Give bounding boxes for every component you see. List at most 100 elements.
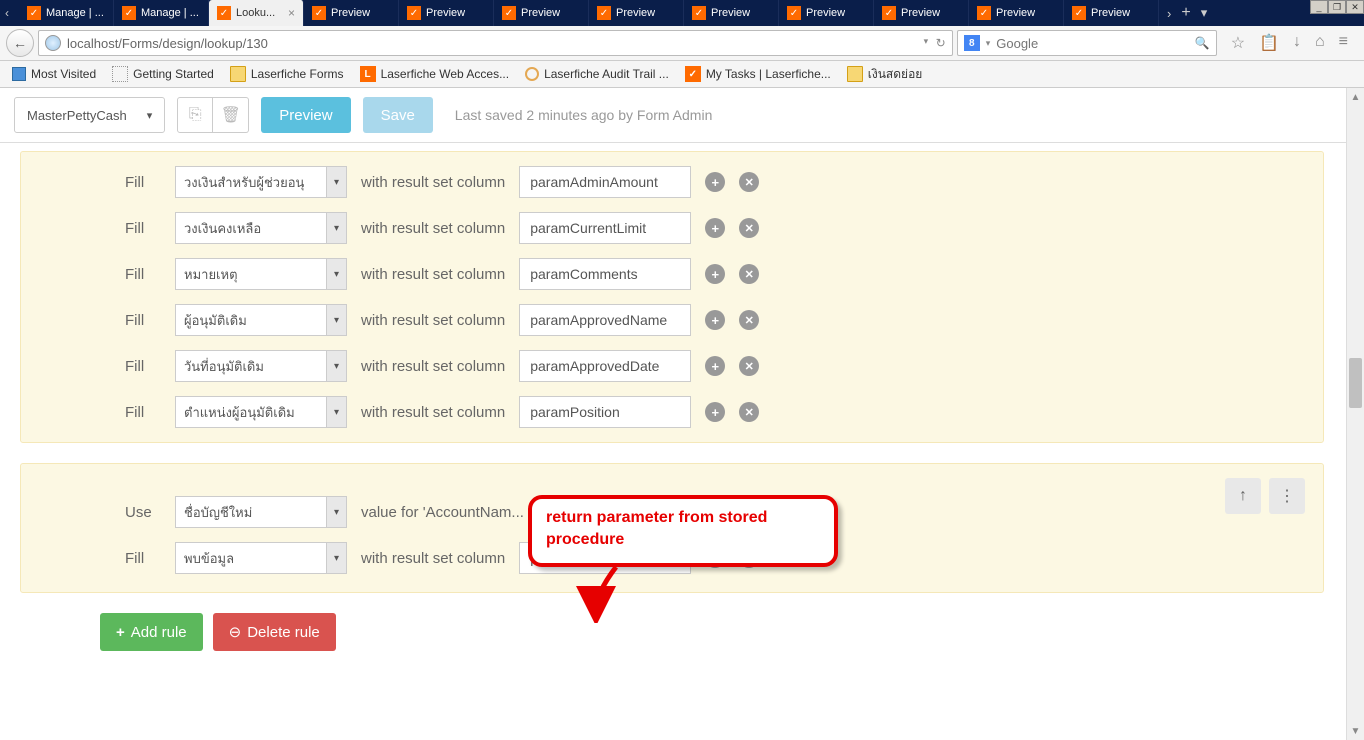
- browser-tab-1[interactable]: ✓Manage | ...: [114, 0, 209, 26]
- tab-favicon: ✓: [312, 6, 326, 20]
- url-input[interactable]: [67, 36, 910, 51]
- delete-rule-button[interactable]: ⊖ Delete rule: [213, 613, 336, 651]
- browser-tab-7[interactable]: ✓Preview: [684, 0, 779, 26]
- rule-options-button[interactable]: ⋮: [1269, 478, 1305, 514]
- result-column-input[interactable]: [519, 542, 691, 574]
- clipboard-icon[interactable]: 📋: [1259, 33, 1279, 53]
- result-column-input[interactable]: [519, 396, 691, 428]
- remove-fill-row-button[interactable]: ✕: [739, 310, 759, 330]
- form-selector-dropdown[interactable]: MasterPettyCash ▾: [14, 97, 165, 133]
- tab-label: Preview: [426, 7, 465, 19]
- lookup-rule-panel-1: Fillวงเงินสำหรับผู้ช่วยอนุ▾with result s…: [20, 151, 1324, 443]
- menu-icon[interactable]: ≡: [1339, 33, 1348, 53]
- bookmark-item-1[interactable]: Getting Started: [106, 64, 220, 84]
- tab-close-icon[interactable]: ×: [288, 6, 295, 20]
- remove-fill-row-button[interactable]: ✕: [739, 172, 759, 192]
- bookmark-item-6[interactable]: เงินสดย่อย: [841, 63, 929, 86]
- browser-tab-8[interactable]: ✓Preview: [779, 0, 874, 26]
- browser-tab-11[interactable]: ✓Preview: [1064, 0, 1159, 26]
- fill-field-select[interactable]: วงเงินคงเหลือ▾: [175, 212, 347, 244]
- back-button[interactable]: ←: [6, 29, 34, 57]
- tab-label: Preview: [996, 7, 1035, 19]
- fill-field-select[interactable]: วันที่อนุมัติเดิม▾: [175, 350, 347, 382]
- preview-button[interactable]: Preview: [261, 97, 350, 133]
- add-fill-row-button[interactable]: +: [705, 548, 725, 568]
- browser-tab-4[interactable]: ✓ Preview: [399, 0, 494, 26]
- result-column-input[interactable]: [519, 258, 691, 290]
- tab-label: Preview: [901, 7, 940, 19]
- move-rule-up-button[interactable]: ↑: [1225, 478, 1261, 514]
- bookmark-item-5[interactable]: ✓My Tasks | Laserfiche...: [679, 64, 837, 84]
- fill-field-select[interactable]: หมายเหตุ▾: [175, 258, 347, 290]
- downloads-icon[interactable]: ↓: [1293, 33, 1301, 53]
- scroll-down-arrow[interactable]: ▼: [1347, 722, 1364, 740]
- browser-tab-3[interactable]: ✓ Preview: [304, 0, 399, 26]
- browser-tab-5[interactable]: ✓Preview: [494, 0, 589, 26]
- tab-scroll-left[interactable]: ‹: [5, 0, 19, 26]
- result-column-input[interactable]: [519, 166, 691, 198]
- fill-row-1: Fillวงเงินคงเหลือ▾with result set column…: [45, 198, 1299, 244]
- tab-favicon: ✓: [407, 6, 421, 20]
- remove-fill-row-button[interactable]: ✕: [739, 548, 759, 568]
- add-fill-row-button[interactable]: +: [705, 310, 725, 330]
- browser-tab-10[interactable]: ✓Preview: [969, 0, 1064, 26]
- save-button[interactable]: Save: [363, 97, 433, 133]
- bookmark-star-icon[interactable]: ☆: [1231, 33, 1245, 53]
- add-fill-row-button[interactable]: +: [705, 218, 725, 238]
- chevron-down-icon: ▾: [326, 397, 346, 427]
- tab-favicon: ✓: [1072, 6, 1086, 20]
- result-column-input[interactable]: [519, 304, 691, 336]
- bookmark-item-4[interactable]: Laserfiche Audit Trail ...: [519, 65, 675, 83]
- fill-field-select[interactable]: วงเงินสำหรับผู้ช่วยอนุ▾: [175, 166, 347, 198]
- browser-tab-6[interactable]: ✓Preview: [589, 0, 684, 26]
- url-bar[interactable]: ↻: [38, 30, 953, 56]
- remove-fill-row-button[interactable]: ✕: [739, 402, 759, 422]
- remove-fill-row-button[interactable]: ✕: [739, 264, 759, 284]
- add-fill-row-button[interactable]: +: [705, 172, 725, 192]
- browser-search-bar[interactable]: 8 ▾ 🔍: [957, 30, 1217, 56]
- search-input[interactable]: [996, 36, 1189, 51]
- fill-label: Fill: [125, 266, 161, 283]
- delete-form-button[interactable]: 🗑: [213, 97, 249, 133]
- tab-favicon: ✓: [692, 6, 706, 20]
- caret-down-icon: ▾: [147, 109, 153, 122]
- close-window-button[interactable]: ✕: [1346, 0, 1364, 14]
- scroll-thumb[interactable]: [1349, 358, 1362, 408]
- bookmark-item-2[interactable]: Laserfiche Forms: [224, 64, 350, 84]
- add-rule-button[interactable]: + Add rule: [100, 613, 203, 651]
- value-for-label: value for 'AccountNam...: [361, 504, 524, 521]
- search-go-icon[interactable]: 🔍: [1195, 36, 1210, 50]
- add-fill-row-button[interactable]: +: [705, 264, 725, 284]
- add-fill-row-button[interactable]: +: [705, 356, 725, 376]
- browser-tab-0[interactable]: ✓Manage | ...: [19, 0, 114, 26]
- maximize-button[interactable]: ❐: [1328, 0, 1346, 14]
- result-column-input[interactable]: [519, 212, 691, 244]
- fill-field-select[interactable]: ผู้อนุมัติเดิม▾: [175, 304, 347, 336]
- tabs-dropdown[interactable]: ▾: [1201, 5, 1208, 21]
- scroll-up-arrow[interactable]: ▲: [1347, 88, 1364, 106]
- remove-fill-row-button[interactable]: ✕: [739, 218, 759, 238]
- fill-field-select[interactable]: ตำแหน่งผู้อนุมัติเดิม▾: [175, 396, 347, 428]
- copy-form-button[interactable]: ⎘: [177, 97, 213, 133]
- tab-favicon: ✓: [122, 6, 136, 20]
- browser-tab-9[interactable]: ✓Preview: [874, 0, 969, 26]
- vertical-scrollbar[interactable]: ▲ ▼: [1346, 88, 1364, 740]
- bookmark-item-0[interactable]: Most Visited: [6, 65, 102, 83]
- minimize-button[interactable]: _: [1310, 0, 1328, 14]
- bookmark-label: Most Visited: [31, 67, 96, 81]
- use-field-select[interactable]: ชื่อบัญชีใหม่ ▾: [175, 496, 347, 528]
- cutoff-row: ▾ ▾ ▾: [20, 651, 1324, 671]
- result-column-input[interactable]: [519, 350, 691, 382]
- bookmark-item-3[interactable]: LLaserfiche Web Acces...: [354, 64, 516, 84]
- new-tab-button[interactable]: +: [1181, 4, 1190, 22]
- reload-button[interactable]: ↻: [936, 36, 946, 50]
- remove-fill-row-button[interactable]: ✕: [739, 356, 759, 376]
- fill-field-select[interactable]: พบข้อมูล ▾: [175, 542, 347, 574]
- browser-tab-2[interactable]: ✓Looku...×: [209, 0, 304, 26]
- home-icon[interactable]: ⌂: [1315, 33, 1325, 53]
- tab-scroll-right[interactable]: ›: [1167, 6, 1171, 21]
- tab-label: Preview: [331, 7, 370, 19]
- bookmark-label: Laserfiche Web Acces...: [381, 67, 510, 81]
- add-fill-row-button[interactable]: +: [705, 402, 725, 422]
- fill-label: Fill: [125, 220, 161, 237]
